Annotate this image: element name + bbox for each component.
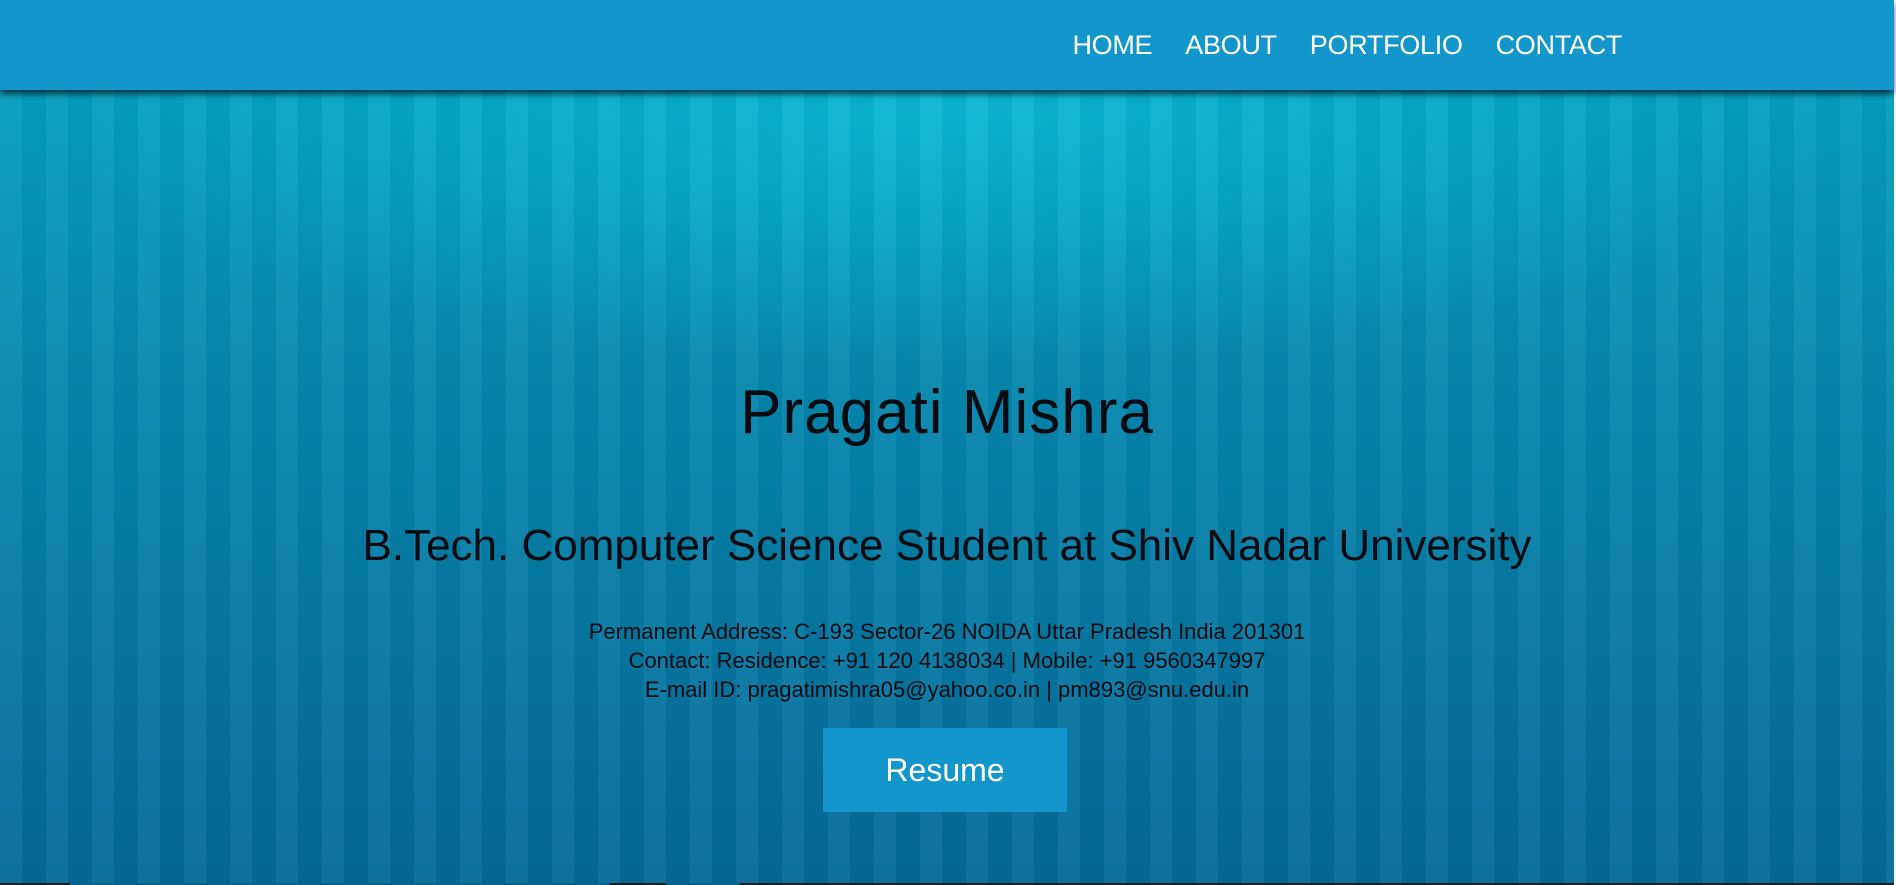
resume-button[interactable]: Resume <box>823 728 1067 812</box>
nav-portfolio-link[interactable]: PORTFOLIO <box>1310 27 1463 63</box>
navbar: HOME ABOUT PORTFOLIO CONTACT <box>0 0 1894 90</box>
nav-home-link[interactable]: HOME <box>1072 27 1152 63</box>
email-contact: E-mail ID: pragatimishra05@yahoo.co.in |… <box>644 677 1250 702</box>
person-name: Pragati Mishra <box>740 378 1154 447</box>
phone-contact: Contact: Residence: +91 120 4138034 | Mo… <box>628 648 1266 673</box>
nav-contact-link[interactable]: CONTACT <box>1496 27 1623 63</box>
person-subtitle: B.Tech. Computer Science Student at Shiv… <box>362 521 1532 570</box>
contact-details: Permanent Address: C-193 Sector-26 NOIDA… <box>0 617 1894 704</box>
page: HOME ABOUT PORTFOLIO CONTACT Pragati Mis… <box>0 0 1896 885</box>
permanent-address: Permanent Address: C-193 Sector-26 NOIDA… <box>588 619 1306 644</box>
nav-menu: HOME ABOUT PORTFOLIO CONTACT <box>1072 27 1622 63</box>
nav-about-link[interactable]: ABOUT <box>1185 27 1277 63</box>
